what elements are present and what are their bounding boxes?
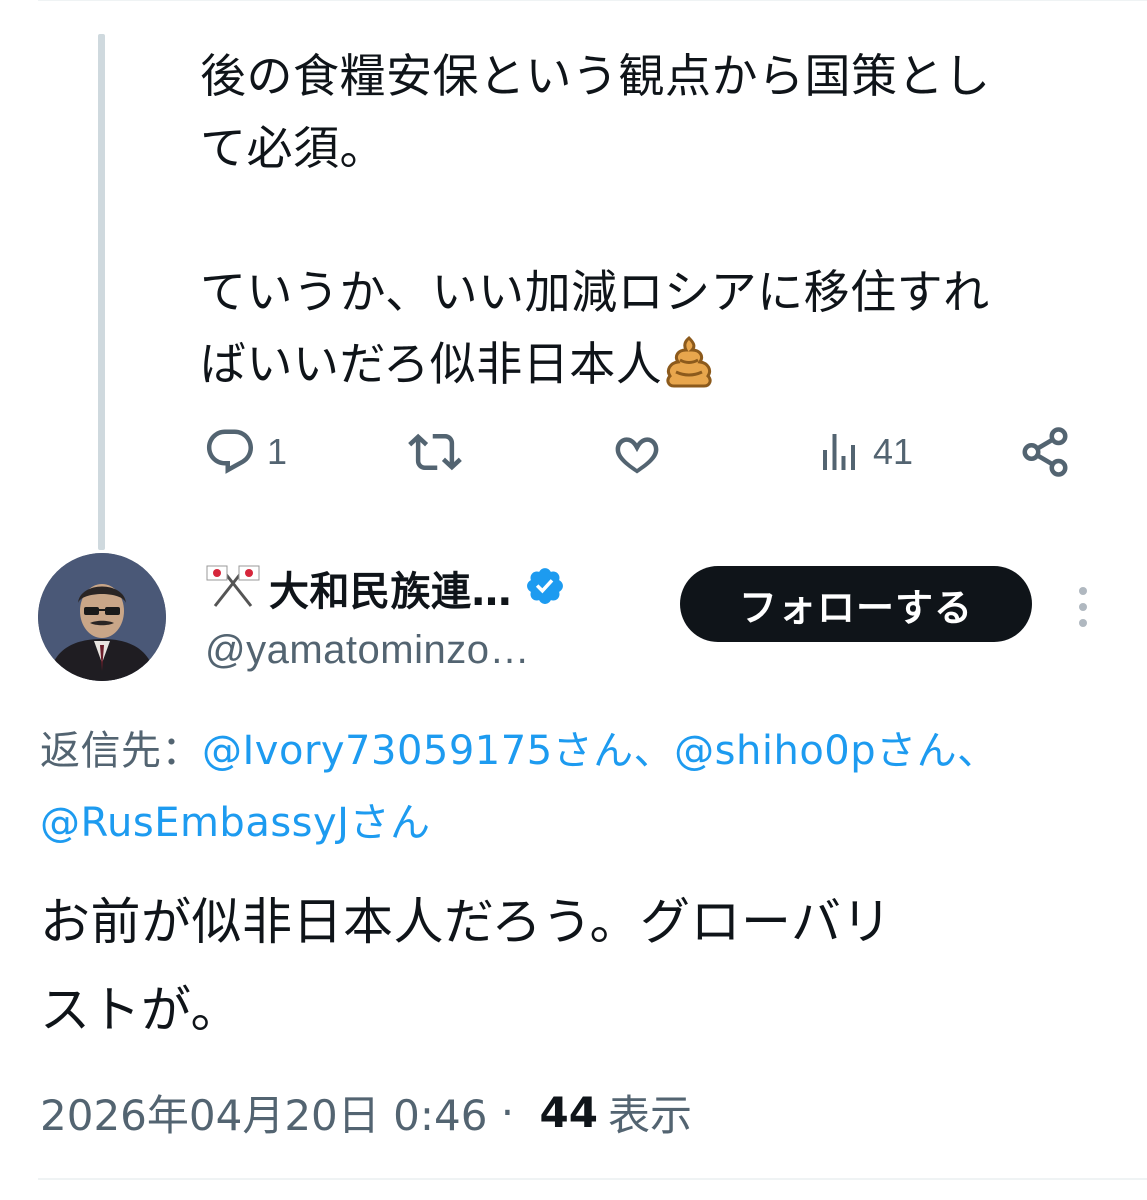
more-options-icon[interactable] [1068, 582, 1098, 632]
reply-button[interactable]: 1 [203, 422, 287, 482]
tweet-action-bar: 1 41 [0, 422, 1147, 482]
author-handle[interactable]: @yamatominzo… [205, 628, 530, 673]
views-icon [815, 425, 863, 479]
replying-to-label: 返信先： [40, 728, 202, 774]
mention-link[interactable]: @RusEmbassyJさん [40, 800, 430, 846]
share-button[interactable] [1018, 422, 1072, 482]
author-avatar[interactable] [38, 553, 166, 681]
view-count: 44 [539, 1088, 598, 1137]
meta-separator: · [487, 1088, 528, 1137]
crossed-flags-icon [205, 564, 261, 612]
share-icon [1018, 425, 1072, 479]
follow-button[interactable]: フォローする [680, 566, 1032, 642]
previous-tweet-text: 後の食糧安保という観点から国策とし て必須。 ていうか、いい加減ロシアに移住すれ… [200, 40, 1120, 408]
reply-count: 1 [267, 431, 288, 472]
view-label: 表示 [607, 1091, 692, 1140]
author-name-row: 大和民族連… [205, 560, 566, 616]
views-count: 41 [873, 431, 914, 472]
top-divider [38, 0, 1147, 1]
mention-separator: 、 [633, 728, 675, 774]
author-display-name[interactable]: 大和民族連… [269, 559, 512, 617]
bottom-divider [38, 1178, 1147, 1180]
mention-link[interactable]: @Ivory73059175さん [202, 728, 634, 774]
replying-to: 返信先：@Ivory73059175さん、@shiho0pさん、@RusEmba… [40, 715, 1120, 859]
mention-separator: 、 [957, 728, 998, 774]
verified-badge-icon [524, 565, 566, 611]
retweet-button[interactable] [405, 422, 475, 482]
previous-tweet-line: ていうか、いい加減ロシアに移住すれ [200, 265, 990, 319]
reply-icon [203, 425, 257, 479]
tweet-meta: 2026年04月20日 0:46 · 44 表示 [40, 1082, 692, 1143]
heart-icon [610, 425, 664, 479]
retweet-icon [405, 425, 465, 479]
mention-link[interactable]: @shiho0pさん [674, 728, 957, 774]
previous-tweet-line: ばいいだろ似非日本人 [200, 337, 663, 391]
reply-tweet-line: お前が似非日本人だろう。グローバリ [40, 893, 892, 951]
reply-tweet-line: ストが。 [40, 981, 241, 1039]
reply-tweet-text: お前が似非日本人だろう。グローバリ ストが。 [40, 878, 1120, 1054]
previous-tweet-line: 後の食糧安保という観点から国策とし [200, 49, 991, 103]
like-button[interactable] [610, 422, 674, 482]
timestamp[interactable]: 2026年04月20日 0:46 [40, 1082, 487, 1143]
poop-emoji-icon [662, 334, 716, 408]
previous-tweet-line: て必須。 [200, 121, 386, 175]
views-button[interactable]: 41 [815, 422, 913, 482]
